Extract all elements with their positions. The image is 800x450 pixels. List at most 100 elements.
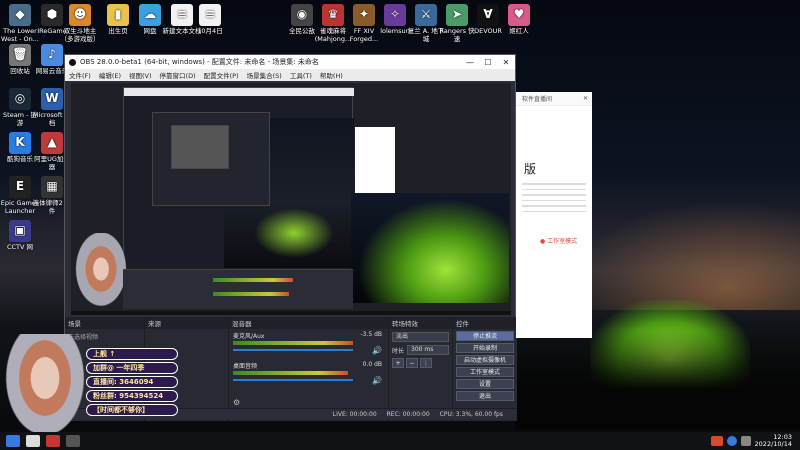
- app-taskbar-icon[interactable]: [66, 435, 80, 447]
- menu-item[interactable]: 停靠窗口(D): [160, 70, 196, 80]
- app-icon: ▲: [41, 132, 63, 154]
- control-button[interactable]: 退出: [456, 391, 514, 401]
- add-transition-button[interactable]: +: [392, 358, 404, 368]
- nested-capture-3: [171, 125, 229, 169]
- start-icon[interactable]: [6, 435, 20, 447]
- transition-menu-button[interactable]: ⋮: [420, 358, 432, 368]
- menu-item[interactable]: 视图(V): [129, 70, 152, 80]
- obs-preview[interactable]: [71, 83, 511, 315]
- ground-shadow: [515, 330, 800, 430]
- menu-item[interactable]: 文件(F): [69, 70, 91, 80]
- mixer-dock: 混音器 麦克风/Aux -3.5 dB 🔊 桌面音频 0.0 dB 🔊 ⚙: [229, 317, 389, 421]
- clock[interactable]: 12:03 2022/10/14: [755, 434, 792, 448]
- nested-tent-scene: [351, 193, 509, 303]
- overlay-line: 直播间: 3646094: [86, 376, 178, 388]
- side-panel-title: 软件直播间: [522, 96, 553, 103]
- transitions-header: 转场特效: [389, 317, 452, 329]
- app-icon: ▦: [41, 176, 63, 198]
- mixer-track-name: 麦克风/Aux: [233, 333, 265, 340]
- sources-header: 来源: [145, 317, 228, 329]
- nested-capture-2: [152, 112, 270, 206]
- duration-input[interactable]: 300 ms: [407, 345, 449, 355]
- app-icon: K: [9, 132, 31, 154]
- search-icon[interactable]: [26, 435, 40, 447]
- gear-icon[interactable]: ⚙: [233, 398, 240, 407]
- menu-item[interactable]: 场景集合(S): [247, 70, 282, 80]
- app-icon: ✦: [353, 4, 375, 26]
- menu-item[interactable]: 工具(T): [290, 70, 312, 80]
- app-icon: ◆: [9, 4, 31, 26]
- mixer-track-name: 桌面音频: [233, 363, 258, 370]
- mixer-header: 混音器: [229, 317, 388, 329]
- obs-title: OBS 28.0.0-beta1 (64-bit, windows) - 配置文…: [80, 58, 319, 66]
- control-button[interactable]: 工作室模式: [456, 367, 514, 377]
- overlay-line: 粉丝群: 954394524: [86, 390, 178, 402]
- desktop-icon[interactable]: ♥ 姬红人: [499, 4, 539, 36]
- overlay-line: 加群@ 一年四季: [86, 362, 178, 374]
- app-icon: ☻: [69, 4, 91, 26]
- transitions-dock: 转场特效 淡出 时长 300 ms + − ⋮: [389, 317, 453, 421]
- nested-avatar: [71, 233, 131, 313]
- minimize-button[interactable]: —: [461, 58, 479, 67]
- transition-select[interactable]: 淡出: [392, 332, 449, 342]
- mixer-track-mic: 麦克风/Aux -3.5 dB 🔊: [229, 329, 388, 359]
- volume-slider[interactable]: [233, 349, 353, 351]
- maximize-button[interactable]: ☐: [479, 58, 497, 67]
- desktop-icon-label: 双生斗地主（多游戏版）: [60, 27, 100, 43]
- control-button[interactable]: 启动虚拟摄像机: [456, 355, 514, 365]
- mixer-track-db: 0.0 dB: [362, 361, 382, 368]
- tray-app-icon[interactable]: [710, 436, 723, 446]
- desktop-icon[interactable]: ≡ 10月4日: [190, 4, 230, 36]
- remove-transition-button[interactable]: −: [406, 358, 418, 368]
- obs-taskbar-icon[interactable]: [46, 435, 60, 447]
- menu-item[interactable]: 编辑(E): [99, 70, 121, 80]
- desktop-icon-label: 10月4日: [197, 27, 223, 35]
- app-icon: 🗑: [9, 44, 31, 66]
- volume-icon[interactable]: [740, 436, 751, 446]
- side-panel: 软件直播间 ✕ 版 ● 工作室模式: [516, 92, 592, 338]
- app-icon: Ɐ: [477, 4, 499, 26]
- system-tray: 12:03 2022/10/14: [710, 434, 800, 448]
- controls-dock: 控件 停止推流开始录制启动虚拟摄像机 工作室模式设置退出: [453, 317, 517, 421]
- volume-slider[interactable]: [233, 379, 353, 381]
- obs-titlebar[interactable]: OBS 28.0.0-beta1 (64-bit, windows) - 配置文…: [65, 55, 515, 69]
- app-icon: ⚔: [415, 4, 437, 26]
- network-icon[interactable]: [726, 436, 737, 446]
- horizon-glow: [560, 200, 800, 310]
- speaker-icon[interactable]: 🔊: [372, 346, 382, 355]
- side-panel-heading: 版: [524, 162, 537, 176]
- mixer-track-desktop: 桌面音频 0.0 dB 🔊: [229, 359, 388, 389]
- speaker-icon[interactable]: 🔊: [372, 376, 382, 385]
- controls-header: 控件: [453, 317, 517, 329]
- app-icon: ▣: [9, 220, 31, 242]
- overlay-line: 【时间都不够你】: [86, 404, 178, 416]
- close-button[interactable]: ✕: [497, 58, 515, 67]
- stream-info-overlay: 上舰 ↑ 加群@ 一年四季 直播间: 3646094 粉丝群: 954394524 【时…: [86, 348, 178, 432]
- duration-label: 时长: [392, 347, 405, 355]
- desktop-icon-label: 姬红人: [509, 27, 529, 35]
- control-button[interactable]: 停止推流: [456, 331, 514, 341]
- app-icon: ➤: [446, 4, 468, 26]
- app-icon: ☁: [139, 4, 161, 26]
- clock-date: 2022/10/14: [754, 440, 792, 448]
- obs-logo-icon: [69, 58, 76, 66]
- app-icon: ◎: [9, 88, 31, 110]
- menu-item[interactable]: 配置文件(P): [204, 70, 239, 80]
- overlay-line: 上舰 ↑: [86, 348, 178, 360]
- volume-meter: [233, 371, 348, 375]
- app-icon: ♥: [508, 4, 530, 26]
- cpu-status: CPU: 3.3%, 60.00 fps: [439, 410, 503, 418]
- side-panel-close-icon[interactable]: ✕: [583, 95, 592, 102]
- mixer-track-db: -3.5 dB: [360, 331, 382, 338]
- desktop-icon[interactable]: ☻ 双生斗地主（多游戏版）: [60, 4, 100, 43]
- control-button[interactable]: 开始录制: [456, 343, 514, 353]
- menu-item[interactable]: 帮助(H): [320, 70, 343, 80]
- live-status: LIVE: 00:00:00: [332, 410, 377, 418]
- side-panel-status[interactable]: ● 工作室模式: [516, 216, 592, 245]
- control-button[interactable]: 设置: [456, 379, 514, 389]
- app-icon: ✧: [384, 4, 406, 26]
- nested-obs-docks: [123, 269, 353, 309]
- app-icon: ▮: [107, 4, 129, 26]
- app-icon: E: [9, 176, 31, 198]
- desktop-icon[interactable]: ▣ CCTV 网: [0, 220, 40, 252]
